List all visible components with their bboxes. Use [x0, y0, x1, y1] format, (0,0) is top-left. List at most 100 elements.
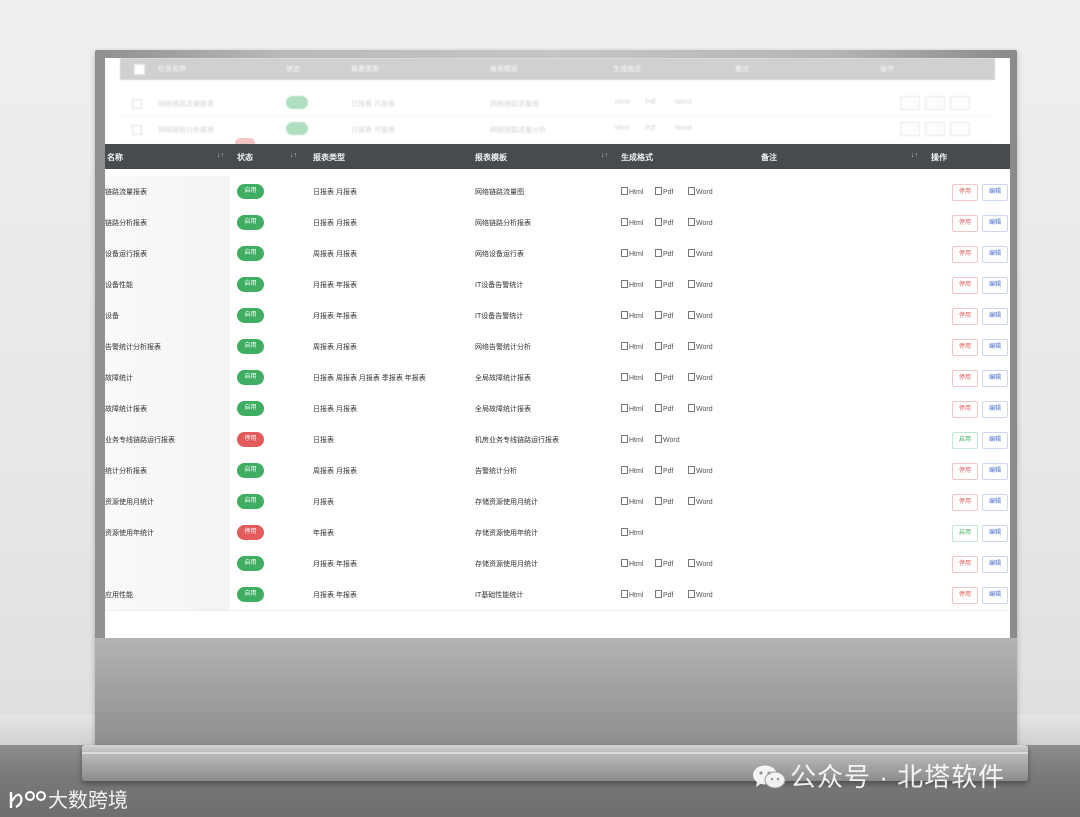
table-row[interactable]: 设备性能 启用 月报表 年报表 IT设备告警统计 Html Pdf Word 停用 编辑 — [105, 269, 1010, 301]
format-link[interactable]: Word — [688, 590, 713, 599]
format-link[interactable]: Pdf — [655, 187, 674, 196]
disable-button[interactable]: 停用 — [952, 463, 978, 480]
sort-icon[interactable]: ↓↑ — [217, 152, 224, 159]
bg-toggle-button[interactable] — [900, 122, 920, 136]
format-link[interactable]: Word — [688, 497, 713, 506]
format-link[interactable]: Pdf — [655, 218, 674, 227]
edit-button[interactable]: 编辑 — [982, 587, 1008, 604]
format-link[interactable]: Html — [621, 466, 643, 475]
enable-button[interactable]: 启用 — [952, 432, 978, 449]
edit-button[interactable]: 编辑 — [982, 246, 1008, 263]
sort-icon[interactable]: ↓↑ — [601, 152, 608, 159]
sort-icon[interactable]: ↓↑ — [911, 152, 918, 159]
format-link[interactable]: Pdf — [655, 280, 674, 289]
bg-edit-button[interactable] — [925, 96, 945, 110]
edit-button[interactable]: 编辑 — [982, 432, 1008, 449]
edit-button[interactable]: 编辑 — [982, 525, 1008, 542]
table-row[interactable]: 设备运行报表 启用 周报表 月报表 网络设备运行表 Html Pdf Word 停用 编辑 — [105, 238, 1010, 270]
bg-more-button[interactable] — [950, 122, 970, 136]
format-link[interactable]: Word — [655, 435, 680, 444]
edit-button[interactable]: 编辑 — [982, 184, 1008, 201]
format-link[interactable]: Word — [688, 404, 713, 413]
format-link[interactable]: Html — [621, 280, 643, 289]
edit-button[interactable]: 编辑 — [982, 463, 1008, 480]
format-link[interactable]: Pdf — [655, 311, 674, 320]
disable-button[interactable]: 停用 — [952, 215, 978, 232]
format-link[interactable]: Word — [688, 280, 713, 289]
disable-button[interactable]: 停用 — [952, 277, 978, 294]
table-row[interactable]: 资源使用年统计 停用 年报表 存储资源使用年统计 Html 启用 编辑 — [105, 517, 1010, 549]
format-link[interactable]: Pdf — [655, 466, 674, 475]
table-row[interactable]: 告警统计分析报表 启用 周报表 月报表 网络告警统计分析 Html Pdf Word 停用 编辑 — [105, 331, 1010, 363]
table-row[interactable]: 资源使用月统计 启用 月报表 存储资源使用月统计 Html Pdf Word 停用 编辑 — [105, 486, 1010, 518]
format-link[interactable]: Html — [621, 590, 643, 599]
format-link[interactable]: Word — [688, 342, 713, 351]
header-template[interactable]: 报表模板 — [475, 152, 507, 163]
format-link[interactable]: Word — [688, 373, 713, 382]
edit-button[interactable]: 编辑 — [982, 370, 1008, 387]
edit-button[interactable]: 编辑 — [982, 401, 1008, 418]
select-all-checkbox[interactable] — [134, 64, 145, 75]
table-row[interactable]: 业务专线链路运行报表 停用 日报表 机房业务专线链路运行报表 Html Word 启用 编辑 — [105, 424, 1010, 456]
format-link[interactable]: Word — [688, 311, 713, 320]
table-row[interactable]: 应用性能 启用 月报表 年报表 IT基础性能统计 Html Pdf Word 停用 编辑 — [105, 579, 1010, 611]
header-report-type[interactable]: 报表类型 — [313, 152, 345, 163]
disable-button[interactable]: 停用 — [952, 494, 978, 511]
disable-button[interactable]: 停用 — [952, 184, 978, 201]
format-link[interactable]: Word — [688, 249, 713, 258]
format-link[interactable]: Html — [621, 342, 643, 351]
format-link[interactable]: Html — [621, 373, 643, 382]
table-row[interactable]: 链路流量报表 启用 日报表 月报表 网络链路流量图 Html Pdf Word 停用 编辑 — [105, 176, 1010, 208]
row-checkbox[interactable] — [132, 125, 142, 135]
format-link[interactable]: Pdf — [655, 559, 674, 568]
format-link[interactable]: Pdf — [655, 373, 674, 382]
sort-icon[interactable]: ↓↑ — [290, 152, 297, 159]
bg-more-button[interactable] — [950, 96, 970, 110]
format-link[interactable]: Pdf — [655, 404, 674, 413]
header-remark[interactable]: 备注 — [761, 152, 777, 163]
disable-button[interactable]: 停用 — [952, 246, 978, 263]
edit-button[interactable]: 编辑 — [982, 339, 1008, 356]
format-link[interactable]: Word — [688, 187, 713, 196]
edit-button[interactable]: 编辑 — [982, 494, 1008, 511]
disable-button[interactable]: 停用 — [952, 339, 978, 356]
disable-button[interactable]: 停用 — [952, 370, 978, 387]
table-row[interactable]: 统计分析报表 启用 周报表 月报表 告警统计分析 Html Pdf Word 停用 编辑 — [105, 455, 1010, 487]
format-link[interactable]: Html — [621, 218, 643, 227]
edit-button[interactable]: 编辑 — [982, 277, 1008, 294]
bg-toggle-button[interactable] — [900, 96, 920, 110]
header-format[interactable]: 生成格式 — [621, 152, 653, 163]
format-link[interactable]: Html — [621, 435, 643, 444]
format-link[interactable]: Word — [688, 559, 713, 568]
format-link[interactable]: Pdf — [655, 249, 674, 258]
table-row[interactable]: 故障统计报表 启用 日报表 月报表 全局故障统计报表 Html Pdf Word 停用 编辑 — [105, 393, 1010, 425]
table-row[interactable]: 启用 月报表 年报表 存储资源使用月统计 Html Pdf Word 停用 编辑 — [105, 548, 1010, 580]
format-link[interactable]: Html — [621, 528, 643, 537]
disable-button[interactable]: 停用 — [952, 308, 978, 325]
format-link[interactable]: Html — [621, 404, 643, 413]
format-link[interactable]: Word — [688, 466, 713, 475]
format-link[interactable]: Html — [621, 559, 643, 568]
format-link[interactable]: Pdf — [655, 342, 674, 351]
format-link[interactable]: Word — [688, 218, 713, 227]
format-link[interactable]: Pdf — [655, 497, 674, 506]
format-link[interactable]: Html — [621, 249, 643, 258]
row-checkbox[interactable] — [132, 99, 142, 109]
table-row[interactable]: 故障统计 启用 日报表 周报表 月报表 季报表 年报表 全局故障统计报表 Html Pdf… — [105, 362, 1010, 394]
bg-edit-button[interactable] — [925, 122, 945, 136]
format-link[interactable]: Html — [621, 311, 643, 320]
enable-button[interactable]: 启用 — [952, 525, 978, 542]
format-link[interactable]: Html — [621, 497, 643, 506]
table-row[interactable]: 设备 启用 月报表 年报表 IT设备告警统计 Html Pdf Word 停用 编辑 — [105, 300, 1010, 332]
disable-button[interactable]: 停用 — [952, 587, 978, 604]
edit-button[interactable]: 编辑 — [982, 556, 1008, 573]
edit-button[interactable]: 编辑 — [982, 308, 1008, 325]
table-row[interactable]: 链路分析报表 启用 日报表 月报表 网络链路分析报表 Html Pdf Word 停用 编辑 — [105, 207, 1010, 239]
disable-button[interactable]: 停用 — [952, 401, 978, 418]
edit-button[interactable]: 编辑 — [982, 215, 1008, 232]
disable-button[interactable]: 停用 — [952, 556, 978, 573]
header-name[interactable]: 名称 — [107, 152, 123, 163]
format-link[interactable]: Pdf — [655, 590, 674, 599]
format-link[interactable]: Html — [621, 187, 643, 196]
header-status[interactable]: 状态 — [237, 152, 253, 163]
